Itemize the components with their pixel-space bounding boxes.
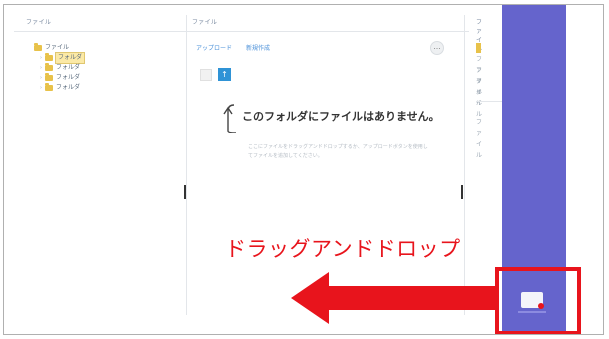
tree-item-label: フォルダ <box>56 74 81 81</box>
tree-item-label: フォルダ <box>54 52 86 64</box>
tree-resize-handle[interactable] <box>184 185 186 199</box>
tree-column-header: ファイル <box>26 19 52 26</box>
details-pane: ファイル ファイル ファイル ファイル <box>476 43 516 159</box>
highlight-box <box>495 267 581 334</box>
screenshot-frame: ファイル ファイル ファイル ファイル › フォルダ › フォルダ <box>3 4 604 335</box>
folder-icon <box>34 43 42 51</box>
tree-item[interactable]: › フォルダ <box>34 83 84 93</box>
upload-link[interactable]: アップロード <box>196 43 232 52</box>
file-list-pane: アップロード 新規作成 … ↑ このフォルダにファイルはありません。 ここにファ… <box>192 41 452 159</box>
tree-item-label: フォルダ <box>56 84 81 91</box>
details-line: ファイル <box>476 78 483 118</box>
tree-item-selected[interactable]: › フォルダ <box>34 52 86 64</box>
new-folder-button[interactable] <box>200 68 212 81</box>
folder-icon <box>476 43 481 53</box>
new-link[interactable]: 新規作成 <box>246 43 270 52</box>
empty-folder-message: このフォルダにファイルはありません。 <box>242 110 440 123</box>
folder-icon <box>45 83 53 91</box>
more-options-button[interactable]: … <box>430 41 444 55</box>
folder-tree: ファイル › フォルダ › フォルダ › フォルダ › フォルダ <box>34 43 86 93</box>
main-column-header: ファイル <box>192 19 218 26</box>
folder-icon <box>45 73 53 81</box>
column-divider[interactable] <box>186 15 187 315</box>
folder-icon <box>45 53 53 61</box>
upload-button[interactable]: ↑ <box>218 68 231 81</box>
drag-and-drop-annotation: ドラッグアンドドロップ <box>225 237 461 261</box>
details-line: ファイル <box>476 119 483 159</box>
tree-item-label: ファイル <box>45 44 70 51</box>
details-line: ファイル <box>476 67 483 107</box>
right-column-header: ファイル <box>476 19 483 53</box>
empty-folder-description: ここにファイルをドラッグアンドドロップするか、アップロードボタンを使用してファイ… <box>248 144 428 159</box>
tree-item[interactable]: › フォルダ <box>34 73 84 83</box>
red-arrow-icon <box>291 272 497 324</box>
toolbar-row: ↑ <box>200 68 231 81</box>
upload-icon: ↑ <box>221 70 228 79</box>
tree-item[interactable]: › フォルダ <box>34 63 84 73</box>
tree-item-label: フォルダ <box>56 64 81 71</box>
folder-icon <box>45 63 53 71</box>
details-line: ファイル <box>476 56 483 96</box>
file-actions: アップロード 新規作成 <box>192 43 452 52</box>
curved-arrow-icon <box>223 104 237 133</box>
header-divider <box>14 31 469 32</box>
tree-item-root[interactable]: ファイル <box>34 43 84 53</box>
main-resize-handle[interactable] <box>461 185 463 199</box>
